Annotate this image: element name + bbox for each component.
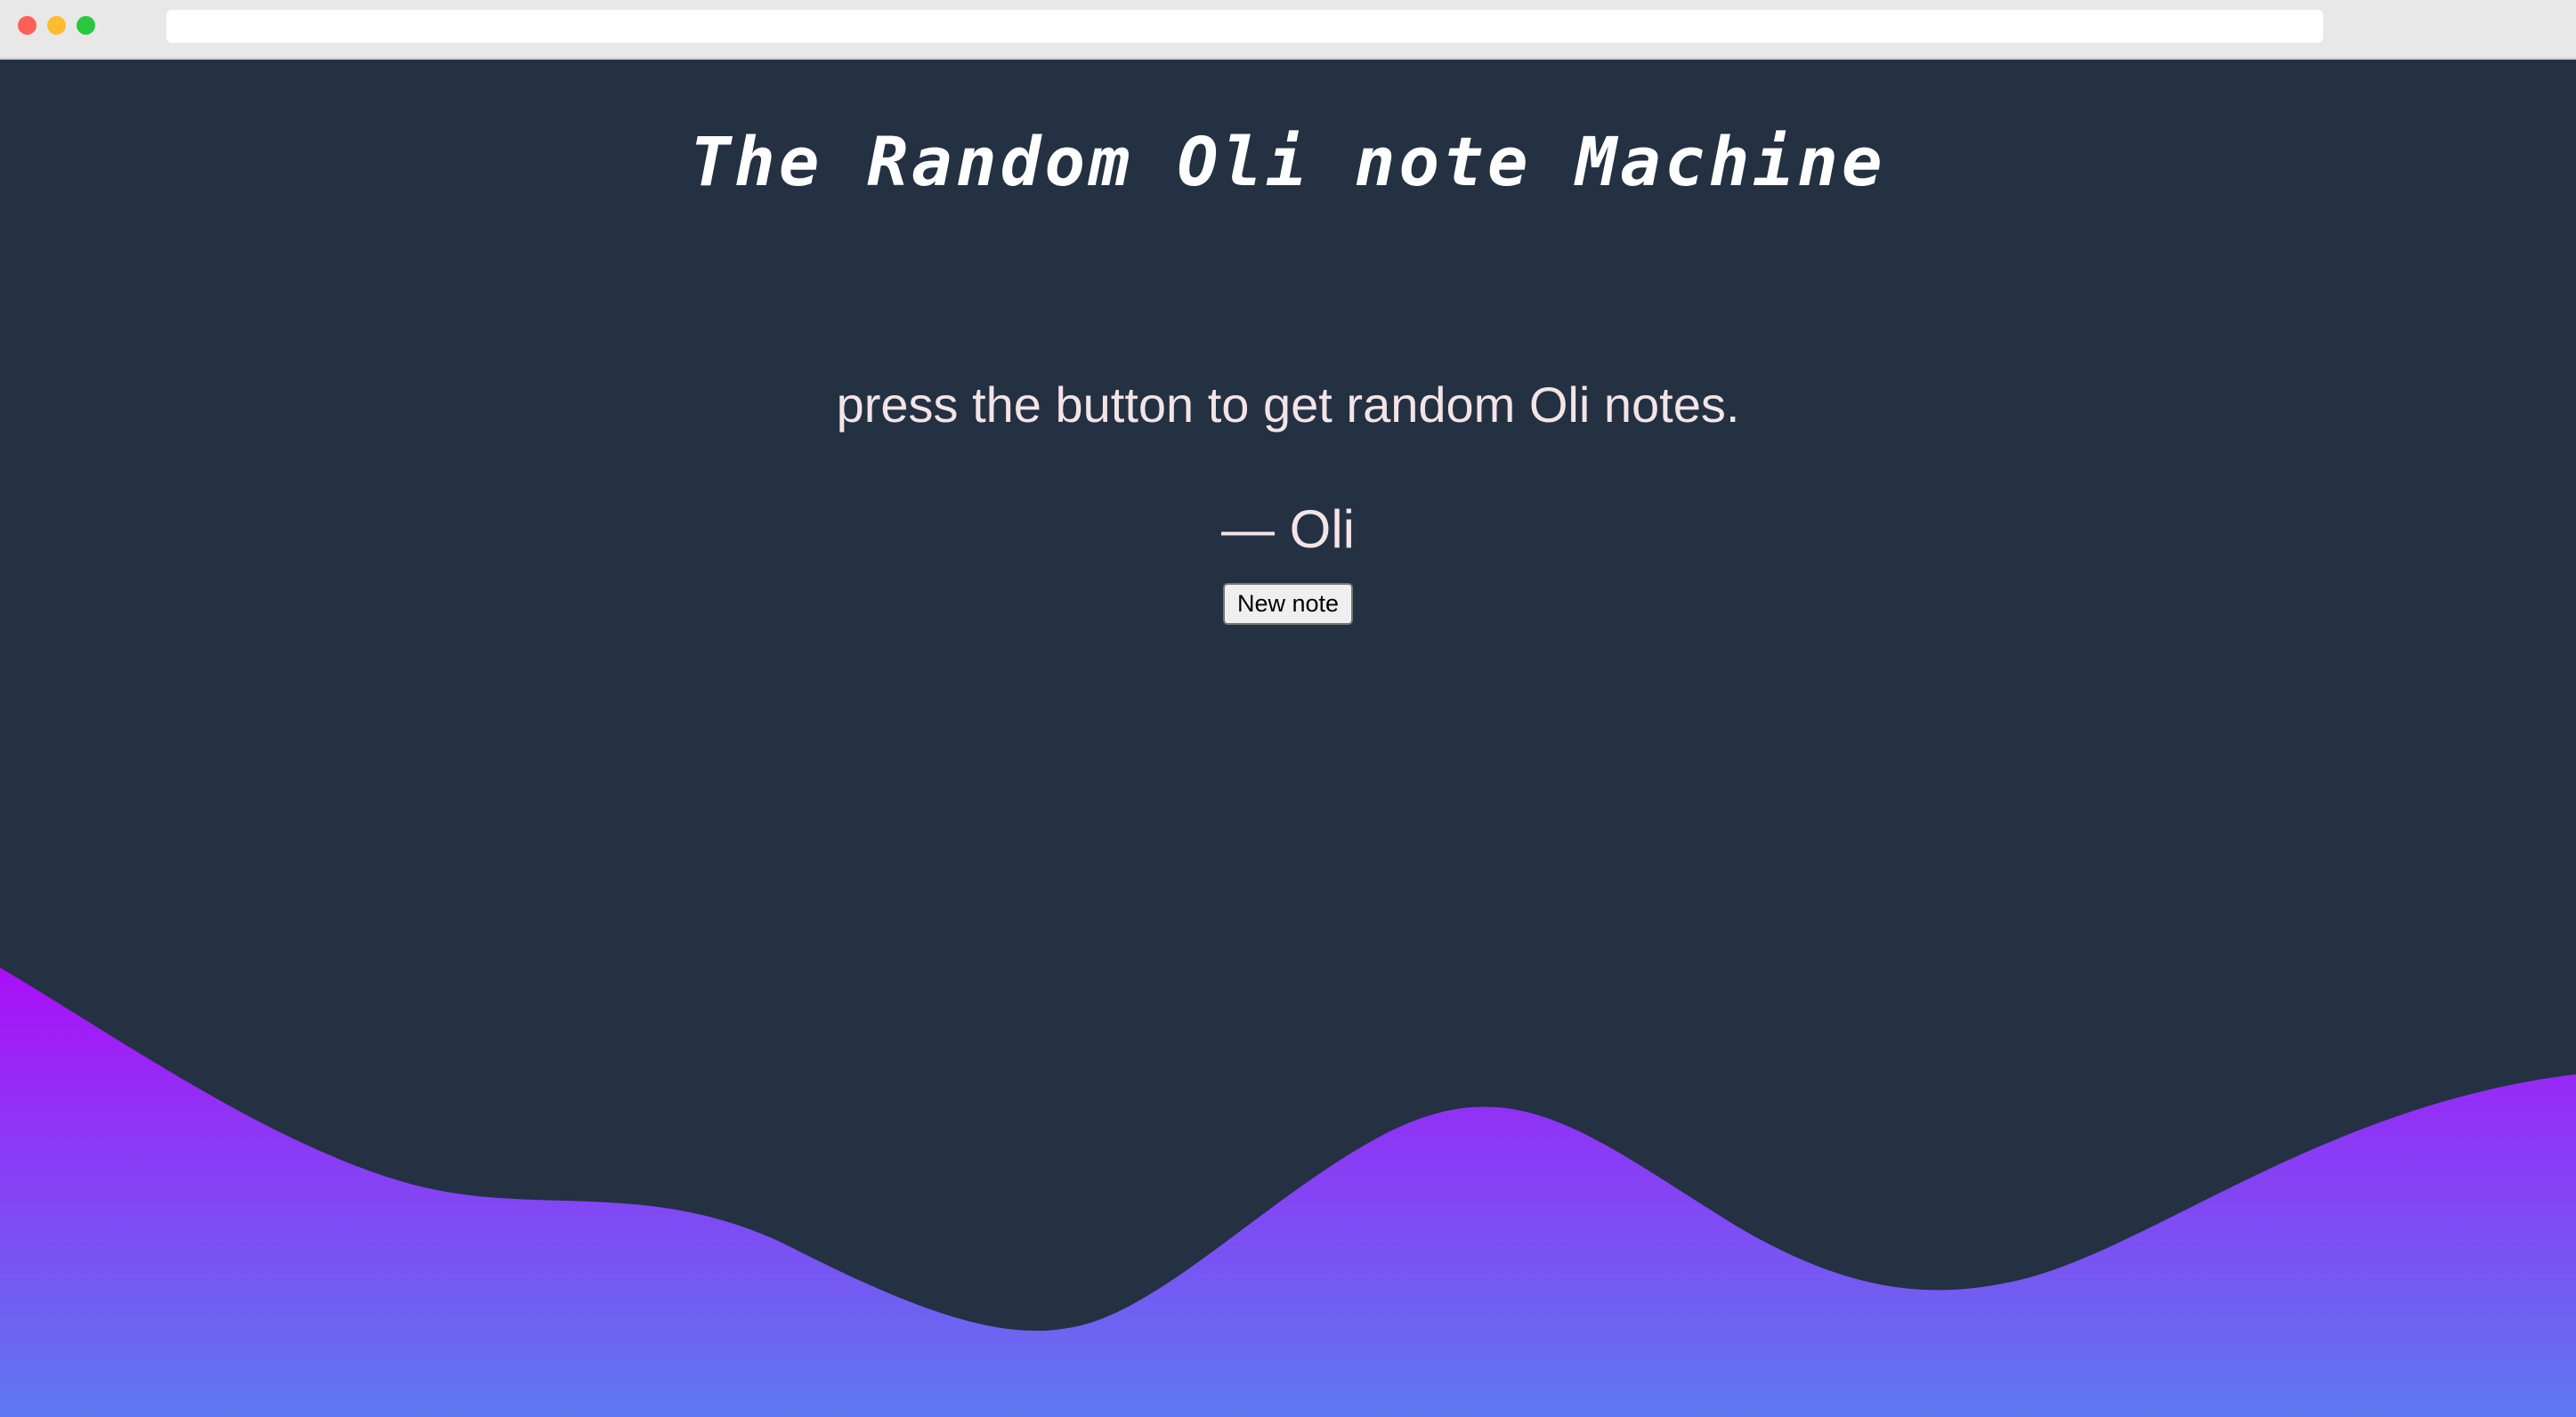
wave-shape (0, 968, 2576, 1417)
note-author: — Oli (1221, 499, 1355, 559)
address-bar[interactable] (166, 10, 2323, 43)
page-title: The Random Oli note Machine (690, 122, 1886, 201)
minimize-window-icon[interactable] (47, 16, 66, 35)
maximize-window-icon[interactable] (77, 16, 95, 35)
new-note-button[interactable]: New note (1222, 583, 1354, 625)
browser-window: The Random Oli note Machine press the bu… (0, 0, 2576, 1417)
note-text: press the button to get random Oli notes… (836, 377, 1740, 433)
page-content: The Random Oli note Machine press the bu… (0, 60, 2576, 1417)
browser-titlebar (0, 0, 2576, 60)
wave-background (0, 968, 2576, 1417)
button-container: New note (0, 583, 2576, 625)
close-window-icon[interactable] (18, 16, 36, 35)
